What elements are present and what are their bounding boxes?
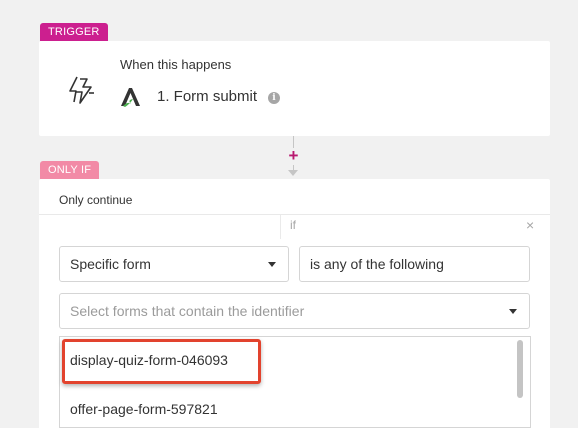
highlight-box <box>62 339 261 384</box>
only-if-tag: ONLY IF <box>40 161 100 179</box>
info-icon[interactable]: i <box>268 92 280 104</box>
divider <box>39 214 550 215</box>
dropdown-option[interactable]: offer-page-form-597821 <box>70 401 218 417</box>
field-select[interactable]: Specific form <box>59 246 289 282</box>
chevron-down-icon <box>509 309 517 314</box>
operator-value: is any of the following <box>310 256 444 272</box>
bolt-icon <box>69 76 94 104</box>
actionetics-logo-icon <box>121 88 140 107</box>
when-label: When this happens <box>120 57 232 72</box>
if-divider <box>280 215 281 239</box>
add-step-button[interactable]: + <box>285 147 302 165</box>
forms-select-placeholder: Select forms that contain the identifier <box>70 303 305 319</box>
only-continue-label: Only continue <box>59 193 133 207</box>
chevron-down-icon <box>268 262 276 267</box>
close-icon[interactable]: × <box>526 217 534 233</box>
connector-arrow <box>288 170 298 176</box>
if-label: if <box>290 218 296 232</box>
field-select-value: Specific form <box>70 256 151 272</box>
trigger-card[interactable]: When this happens 1. Form submit i <box>39 41 550 136</box>
dropdown-scrollbar[interactable] <box>517 340 523 398</box>
event-label[interactable]: 1. Form submit <box>157 88 257 105</box>
operator-input[interactable]: is any of the following <box>299 246 530 282</box>
trigger-tag: TRIGGER <box>40 23 108 41</box>
forms-select[interactable]: Select forms that contain the identifier <box>59 293 530 329</box>
